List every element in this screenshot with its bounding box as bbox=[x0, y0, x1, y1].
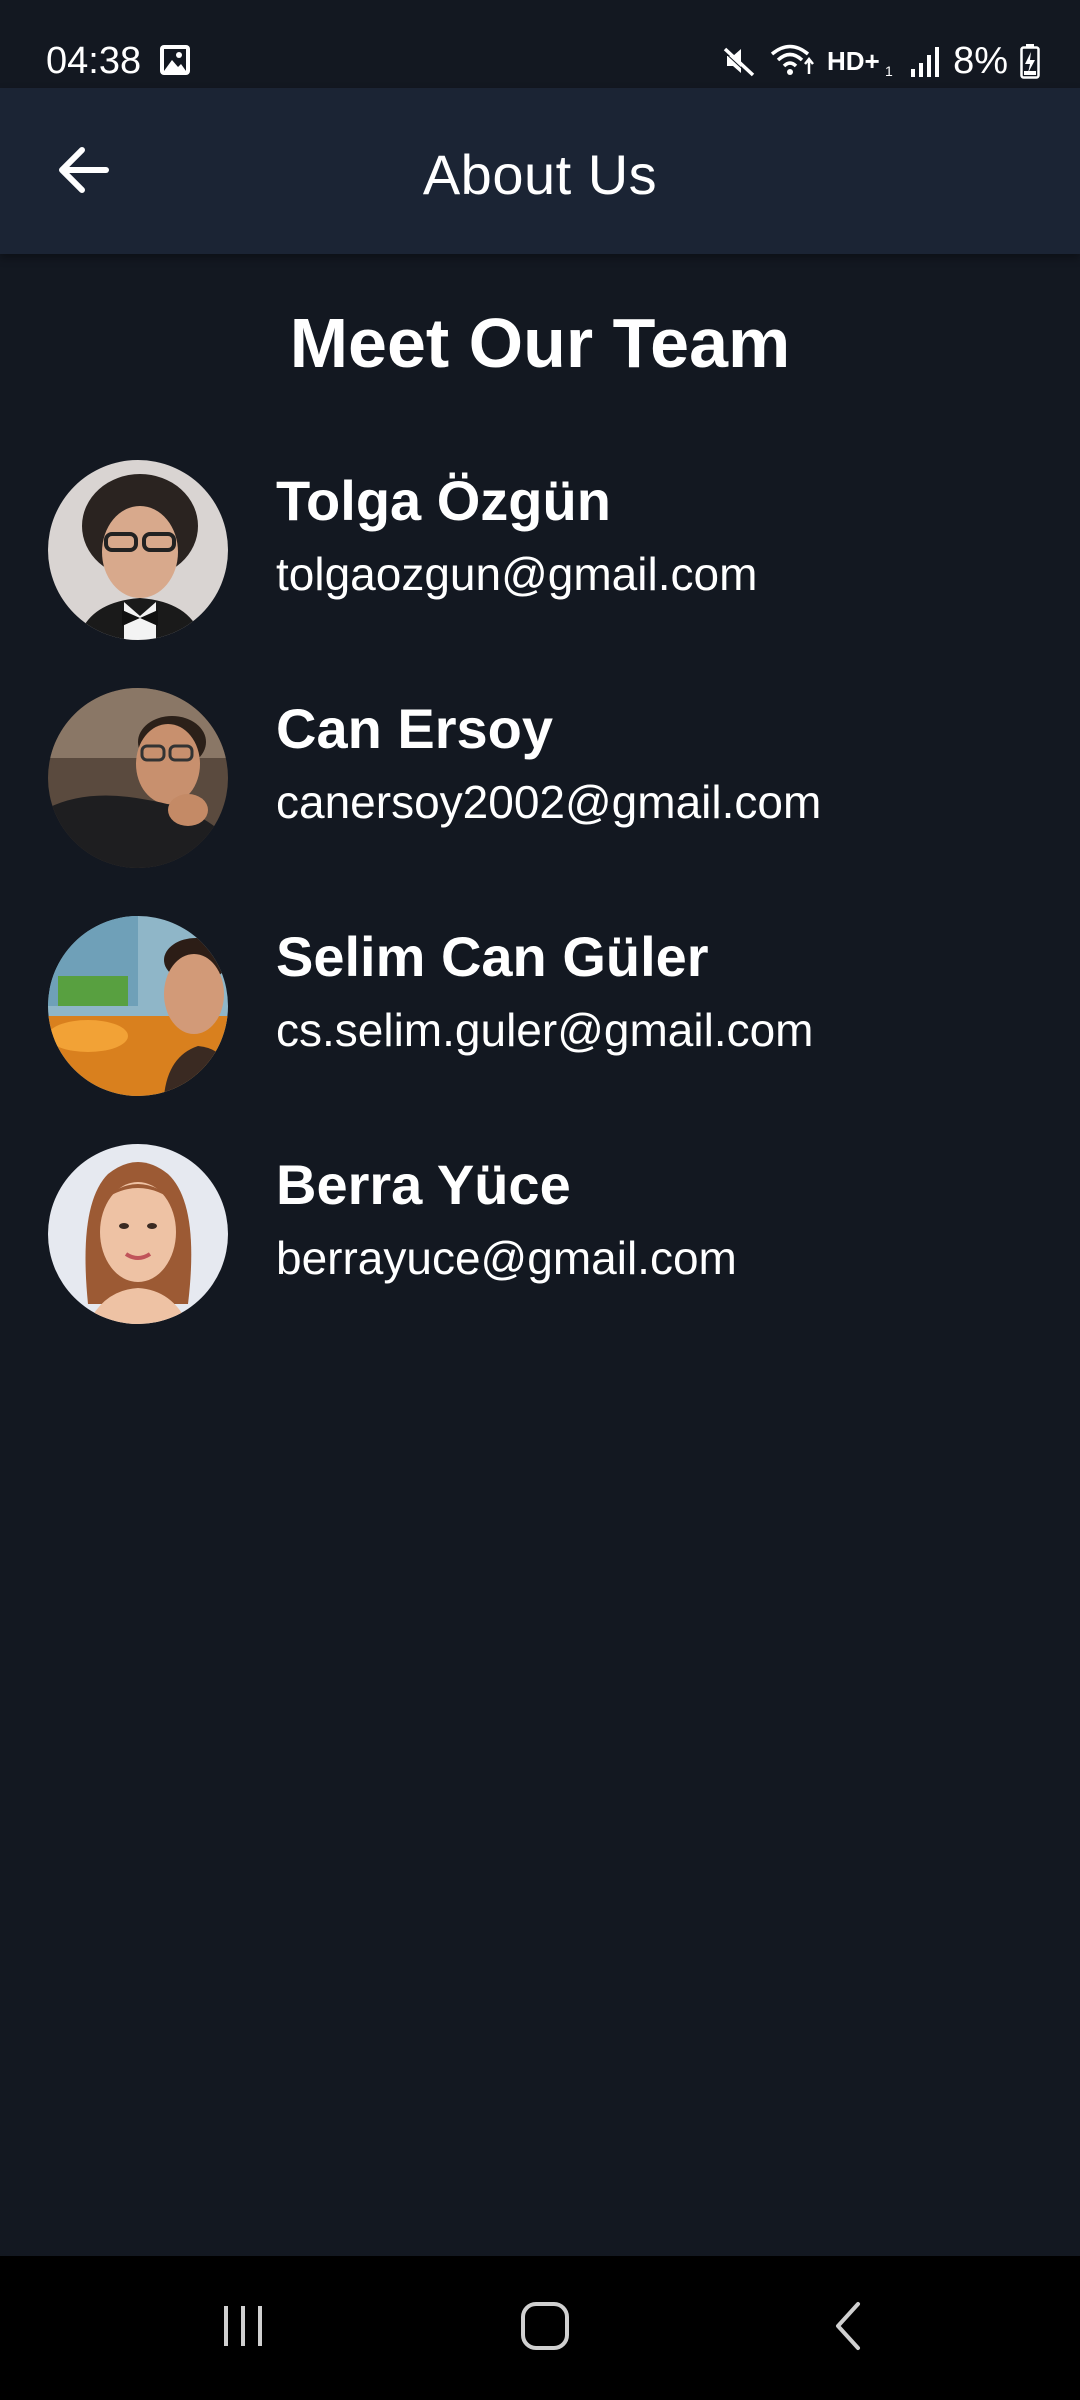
team-member-item: Can Ersoy canersoy2002@gmail.com bbox=[0, 688, 1080, 916]
member-name: Berra Yüce bbox=[276, 1153, 571, 1216]
back-nav-button[interactable] bbox=[788, 2286, 908, 2370]
member-email: berrayuce@gmail.com bbox=[276, 1232, 737, 1284]
hd-volte-icon: HD+ 1 bbox=[827, 42, 897, 80]
system-nav-bar bbox=[0, 2256, 1080, 2400]
team-member-item: Selim Can Güler cs.selim.guler@gmail.com bbox=[0, 916, 1080, 1144]
team-member-item: Tolga Özgün tolgaozgun@gmail.com bbox=[0, 460, 1080, 688]
mute-icon bbox=[721, 43, 757, 79]
avatar bbox=[48, 1144, 228, 1324]
team-list: Tolga Özgün tolgaozgun@gmail.com Can Ers… bbox=[0, 460, 1080, 1372]
member-name: Tolga Özgün bbox=[276, 469, 611, 532]
member-name: Can Ersoy bbox=[276, 697, 553, 760]
member-email: canersoy2002@gmail.com bbox=[276, 776, 822, 828]
recents-button[interactable] bbox=[183, 2286, 303, 2370]
hd-label: HD+ bbox=[827, 46, 880, 76]
wifi-icon bbox=[769, 42, 815, 80]
gallery-icon bbox=[158, 43, 192, 77]
home-icon bbox=[519, 2300, 571, 2357]
recents-icon bbox=[218, 2302, 268, 2355]
status-time: 04:38 bbox=[46, 40, 142, 82]
section-title: Meet Our Team bbox=[289, 304, 791, 382]
app-bar: About Us bbox=[0, 88, 1080, 254]
page-title: About Us bbox=[422, 143, 658, 206]
battery-percent: 8% bbox=[953, 40, 1008, 82]
member-email: tolgaozgun@gmail.com bbox=[276, 548, 758, 600]
member-name: Selim Can Güler bbox=[276, 925, 709, 988]
svg-text:1: 1 bbox=[885, 63, 893, 79]
avatar bbox=[48, 688, 228, 868]
avatar bbox=[48, 916, 228, 1096]
status-icons: HD+ 1 8% bbox=[721, 36, 1040, 86]
avatar bbox=[48, 460, 228, 640]
about-us-screen: 04:38 HD+ 1 8% About Us Meet Our Team To… bbox=[0, 0, 1080, 2400]
back-icon bbox=[828, 2300, 868, 2357]
battery-charging-icon bbox=[1020, 43, 1040, 79]
team-member-item: Berra Yüce berrayuce@gmail.com bbox=[0, 1144, 1080, 1372]
signal-icon bbox=[909, 43, 941, 79]
home-button[interactable] bbox=[485, 2286, 605, 2370]
status-bar: 04:38 HD+ 1 8% bbox=[0, 0, 1080, 88]
member-email: cs.selim.guler@gmail.com bbox=[276, 1004, 814, 1056]
